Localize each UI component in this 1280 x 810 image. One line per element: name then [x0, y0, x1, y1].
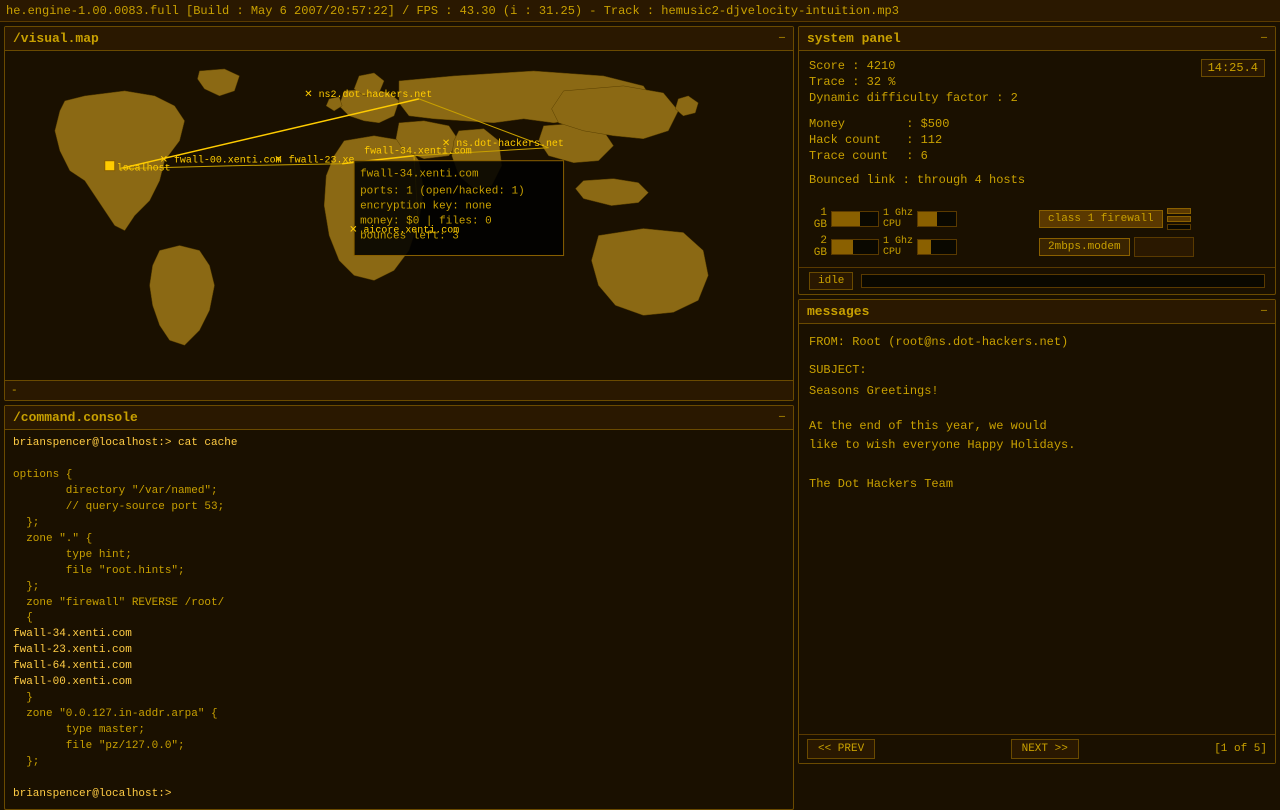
console-line-16: } [13, 691, 785, 707]
console-line-9: }; [13, 580, 785, 596]
hw-btn-row-1: class 1 firewall [1039, 207, 1265, 231]
console-line-3: directory "/var/named"; [13, 484, 785, 500]
visual-map-minimize[interactable]: — [779, 33, 785, 44]
money-row: Money : $500 [809, 117, 1265, 131]
console-line-11: { [13, 611, 785, 627]
console-line-6: zone "." { [13, 532, 785, 548]
status-label: idle [809, 272, 853, 290]
message-from: FROM: Root (root@ns.dot-hackers.net) [809, 332, 1265, 352]
score-row: Score : 4210 [809, 59, 1018, 73]
system-panel-content: Score : 4210 Trace : 32 % Dynamic diffic… [799, 51, 1275, 197]
messages-header: messages — [799, 300, 1275, 324]
class-1-firewall-button[interactable]: class 1 firewall [1039, 210, 1163, 228]
map-bottom-text: - [11, 385, 18, 397]
status-bar: idle [799, 267, 1275, 294]
console-line-17: zone "0.0.127.in-addr.arpa" { [13, 707, 785, 723]
status-progress-bar [861, 274, 1265, 288]
command-console-header: /command.console — [5, 406, 793, 430]
console-line-14: fwall-64.xenti.com [13, 659, 785, 675]
console-line-19: file "pz/127.0.0"; [13, 739, 785, 755]
svg-text:✕ ns2.dot-hackers.net: ✕ ns2.dot-hackers.net [304, 89, 432, 100]
svg-text:✕ aicore.xenti.com: ✕ aicore.xenti.com [349, 225, 459, 236]
console-line-10: zone "firewall" REVERSE /root/ [13, 596, 785, 612]
console-line-blank2 [13, 771, 785, 787]
world-map-svg: localhost ✕ ns2.dot-hackers.net ✕ ns.dot… [5, 51, 793, 380]
svg-text:encryption key: none: encryption key: none [360, 201, 492, 213]
svg-text:ports: 1 (open/hacked: 1): ports: 1 (open/hacked: 1) [360, 186, 525, 198]
command-console-panel: /command.console — brianspencer@localhos… [4, 405, 794, 810]
map-content[interactable]: localhost ✕ ns2.dot-hackers.net ✕ ns.dot… [5, 51, 793, 380]
console-line-2: options { [13, 468, 785, 484]
message-page: [1 of 5] [1214, 743, 1267, 755]
visual-map-header: /visual.map — [5, 27, 793, 51]
console-line-20: }; [13, 755, 785, 771]
hw-row-1: 1GB 1 GhzCPU [809, 207, 1035, 231]
messages-content: FROM: Root (root@ns.dot-hackers.net) SUB… [799, 324, 1275, 734]
visual-map-title: /visual.map [13, 31, 99, 46]
difficulty-row: Dynamic difficulty factor : 2 [809, 91, 1018, 105]
console-line-5: }; [13, 516, 785, 532]
svg-text:✕ fwall-00.xenti.com: ✕ fwall-00.xenti.com [160, 155, 282, 166]
messages-panel: messages — FROM: Root (root@ns.dot-hacke… [798, 299, 1276, 764]
hack-count-row: Hack count : 112 [809, 133, 1265, 147]
message-subject: Seasons Greetings! [809, 381, 1265, 401]
hw-btn-row-2: 2mbps.modem [1039, 235, 1265, 259]
hw-cpu-bar-1 [917, 211, 957, 227]
console-line-prompt: brianspencer@localhost:> [13, 787, 785, 803]
system-panel-minimize[interactable]: — [1261, 33, 1267, 44]
bounced-row: Bounced link : through 4 hosts [809, 173, 1265, 187]
hw-row-2: 2GB 1 GhzCPU [809, 235, 1035, 259]
console-line-blank [13, 452, 785, 468]
titlebar: he.engine-1.00.0083.full [Build : May 6 … [0, 0, 1280, 22]
messages-footer: << PREV NEXT >> [1 of 5] [799, 734, 1275, 763]
hw-ram-2: 2GB [809, 235, 827, 259]
next-message-button[interactable]: NEXT >> [1011, 739, 1079, 759]
console-line-0: brianspencer@localhost:> cat cache [13, 436, 785, 452]
console-line-12: fwall-34.xenti.com [13, 627, 785, 643]
system-panel: system panel — Score : 4210 Trace : 32 % [798, 26, 1276, 295]
message-subject-label: SUBJECT: [809, 360, 1265, 380]
prev-message-button[interactable]: << PREV [807, 739, 875, 759]
console-line-18: type master; [13, 723, 785, 739]
messages-minimize[interactable]: — [1261, 306, 1267, 317]
modem-button[interactable]: 2mbps.modem [1039, 238, 1130, 256]
system-panel-title: system panel [807, 31, 901, 46]
svg-text:✕ fwall-23.xe: ✕ fwall-23.xe [274, 155, 354, 166]
hw-cpu-label-2: 1 GhzCPU [883, 236, 913, 258]
hw-ram-bar-1 [831, 211, 879, 227]
command-console-minimize[interactable]: — [779, 412, 785, 423]
svg-text:fwall-34.xenti.com: fwall-34.xenti.com [364, 146, 472, 157]
hw-cpu-bar-2 [917, 239, 957, 255]
system-time: 14:25.4 [1201, 59, 1265, 77]
map-bottom-bar: - [5, 380, 793, 400]
svg-text:fwall-34.xenti.com: fwall-34.xenti.com [360, 169, 479, 181]
hw-ram-1: 1GB [809, 207, 827, 231]
console-line-13: fwall-23.xenti.com [13, 643, 785, 659]
message-body: At the end of this year, we would like t… [809, 417, 1265, 494]
console-line-7: type hint; [13, 548, 785, 564]
console-line-15: fwall-00.xenti.com [13, 675, 785, 691]
titlebar-text: he.engine-1.00.0083.full [Build : May 6 … [6, 4, 899, 18]
messages-title: messages [807, 304, 869, 319]
console-line-4: // query-source port 53; [13, 500, 785, 516]
trace-row: Trace : 32 % [809, 75, 1018, 89]
console-line-8: file "root.hints"; [13, 564, 785, 580]
hw-cpu-label-1: 1 GhzCPU [883, 208, 913, 230]
command-console-title: /command.console [13, 410, 138, 425]
system-panel-header: system panel — [799, 27, 1275, 51]
visual-map-panel: /visual.map — [4, 26, 794, 401]
hardware-section: 1GB 1 GhzCPU class 1 firewall [799, 207, 1275, 267]
console-content[interactable]: brianspencer@localhost:> cat cache optio… [5, 430, 793, 809]
hw-ram-bar-2 [831, 239, 879, 255]
trace-count-row: Trace count : 6 [809, 149, 1265, 163]
